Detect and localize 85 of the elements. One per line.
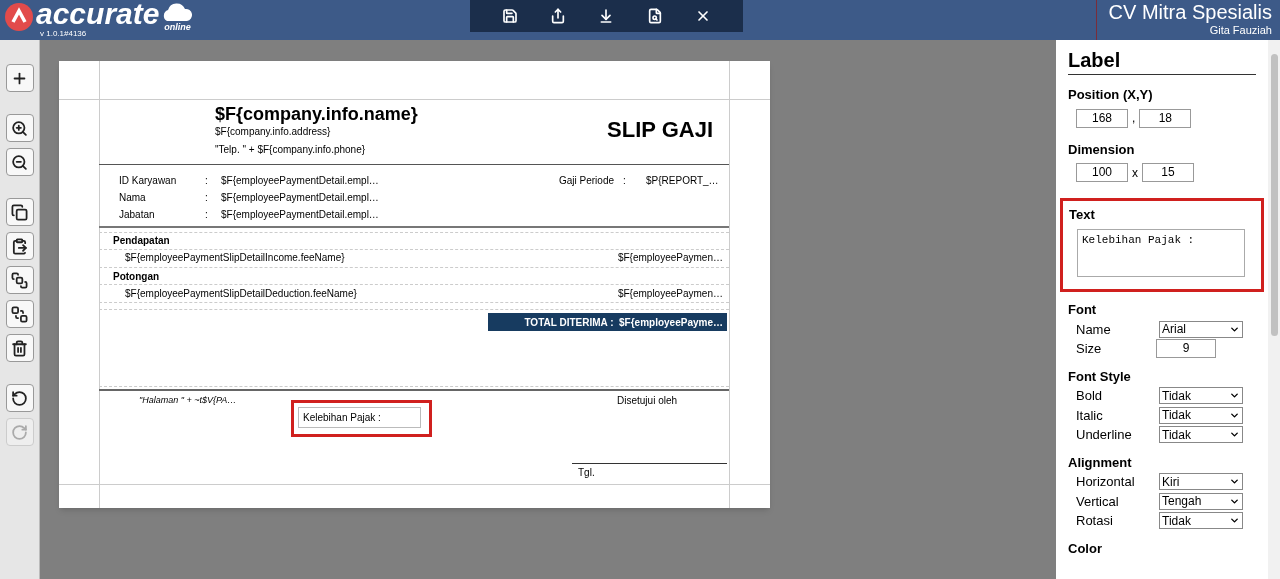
item-amount-field: $F{employeePaymen…	[617, 286, 723, 301]
dropdown[interactable]: Tidak	[1159, 512, 1243, 530]
undo-icon	[11, 389, 28, 407]
front-button[interactable]	[5, 266, 34, 294]
item-amount-field: $F{employeePaymen…	[617, 250, 723, 265]
section-heading: Dimension	[1068, 140, 1136, 159]
company-phone-field: "Telp. " + $F{company.info.phone}	[215, 142, 366, 157]
delete-button[interactable]	[5, 334, 34, 362]
dropdown[interactable]: Tidak	[1159, 406, 1243, 424]
zoom-in-button[interactable]	[5, 114, 34, 142]
zoom-out-icon	[11, 153, 28, 171]
approved-by-text: Disetujui oleh	[617, 394, 678, 408]
trash-icon	[11, 339, 28, 357]
text-area[interactable]: Kelebihan Pajak :	[1077, 228, 1245, 277]
save-icon	[502, 8, 519, 24]
property-label: Size	[1076, 340, 1103, 358]
bring-front-icon	[11, 271, 28, 289]
zoom-out-button[interactable]	[5, 148, 34, 176]
section-heading: Pendapatan	[113, 234, 170, 248]
section-heading: Font Style	[1068, 367, 1132, 386]
field-value: $F{employeePaymentDetail.empl…	[221, 208, 379, 222]
page-number-field: "Halaman " + ~t$V{PA…	[139, 394, 237, 408]
report-title: SLIP GAJI	[607, 116, 713, 144]
separator-text: x	[1132, 164, 1138, 182]
user-name: Gita Fauziah	[1209, 24, 1272, 36]
field-value: $F{employeePaymentDetail.empl…	[221, 191, 379, 205]
item-name-field: $F{employeePaymentSlipDetailDeduction.feeName}	[125, 286, 357, 301]
property-label: Rotasi	[1076, 512, 1114, 530]
dropdown[interactable]: Tengah	[1159, 492, 1243, 510]
date-label: Tgl.	[578, 466, 595, 480]
field-label: ID Karyawan	[119, 174, 177, 188]
send-back-icon	[11, 305, 28, 323]
item-name-field: $F{employeePaymentSlipDetailIncome.feeName}	[125, 250, 345, 265]
field-value: $P{REPORT_…	[646, 174, 719, 188]
version-text: v 1.0.1#4136	[39, 30, 88, 38]
redo-icon	[11, 423, 28, 441]
y-input[interactable]: 18	[1139, 108, 1192, 128]
colon-text: :	[205, 191, 208, 205]
field-label: Jabatan	[119, 208, 155, 222]
colon-text: :	[623, 174, 626, 188]
height-input[interactable]: 15	[1142, 163, 1194, 182]
logo-text: accurate	[36, 0, 160, 30]
section-heading: Potongan	[113, 270, 160, 284]
selected-label-element[interactable]: Kelebihan Pajak :	[298, 407, 421, 428]
section-heading: Text	[1069, 206, 1096, 224]
property-label: Vertical	[1076, 492, 1120, 511]
section-heading: Alignment	[1068, 453, 1133, 472]
section-heading: Font	[1068, 301, 1098, 319]
back-button[interactable]	[5, 300, 34, 328]
property-label: Horizontal	[1076, 473, 1136, 491]
logo-icon	[4, 2, 34, 32]
field-value: $F{employeePaymentDetail.empl…	[221, 174, 379, 188]
property-label: Underline	[1076, 426, 1133, 444]
cloud-icon	[161, 2, 194, 22]
total-bar: TOTAL DITERIMA : $F{employeePayme…	[488, 313, 727, 331]
export-icon	[550, 8, 567, 24]
dropdown[interactable]: Kiri	[1159, 473, 1243, 491]
section-heading: Color	[1068, 539, 1103, 558]
colon-text: :	[205, 174, 208, 188]
property-label: Bold	[1076, 387, 1104, 405]
dropdown[interactable]: Tidak	[1159, 387, 1243, 405]
x-input[interactable]: 168	[1076, 108, 1128, 128]
paste-button[interactable]	[5, 232, 34, 260]
undo-button[interactable]	[5, 384, 34, 412]
width-input[interactable]: 100	[1076, 163, 1128, 182]
copy-button[interactable]	[5, 198, 34, 226]
copy-icon	[11, 203, 28, 221]
separator-text: ,	[1132, 110, 1136, 127]
file-search-icon	[646, 8, 663, 24]
colon-text: :	[205, 208, 208, 222]
scrollbar-thumb[interactable]	[1271, 54, 1278, 336]
size-input[interactable]: 9	[1156, 339, 1216, 359]
property-label: Italic	[1076, 406, 1104, 425]
paste-icon	[11, 237, 28, 255]
field-label: Gaji Periode	[559, 174, 615, 188]
zoom-in-icon	[11, 119, 28, 137]
panel-title: Label	[1068, 46, 1256, 75]
dropdown[interactable]: Arial	[1159, 320, 1243, 338]
field-label: Nama	[119, 191, 146, 205]
add-button[interactable]	[5, 64, 34, 92]
logo-subtitle: online	[164, 22, 191, 32]
company-name: CV Mitra Spesialis	[1108, 0, 1272, 24]
section-heading: Position (X,Y)	[1068, 86, 1154, 104]
dropdown[interactable]: Tidak	[1159, 426, 1243, 444]
property-label: Name	[1076, 320, 1112, 339]
